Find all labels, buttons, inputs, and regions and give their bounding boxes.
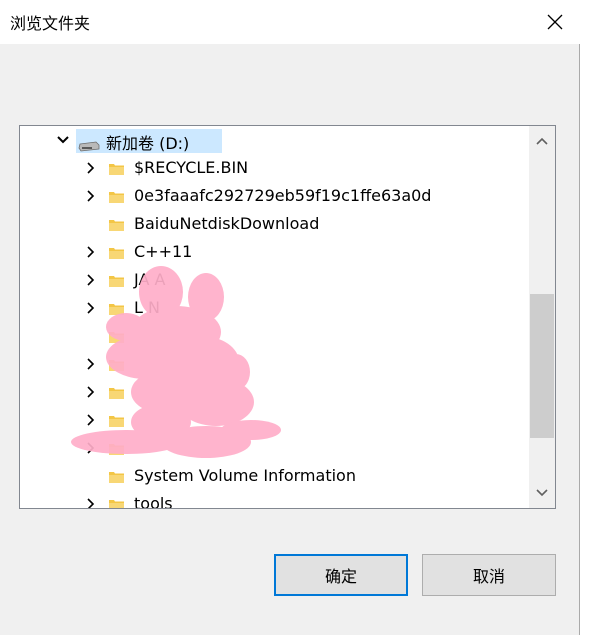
tree-item[interactable] xyxy=(20,406,529,434)
folder-icon xyxy=(109,413,125,427)
tree-item-label: $RECYCLE.BIN xyxy=(134,158,249,177)
tree-item[interactable]: JA A xyxy=(20,266,529,294)
tree-item-label: BaiduNetdiskDownload xyxy=(134,214,320,233)
chevron-right-icon[interactable] xyxy=(84,385,98,399)
tree-item[interactable]: C++11 xyxy=(20,238,529,266)
tree-item[interactable] xyxy=(20,434,529,462)
tree-item[interactable]: BaiduNetdiskDownload xyxy=(20,210,529,238)
tree-item[interactable] xyxy=(20,322,529,350)
folder-icon xyxy=(109,189,125,203)
tree-item[interactable]: $RECYCLE.BIN xyxy=(20,154,529,182)
folder-tree[interactable]: 新加卷 (D:) $RECYCLE.BIN 0e3faaafc292729eb59… xyxy=(19,125,556,509)
dialog-title: 浏览文件夹 xyxy=(10,14,91,33)
folder-icon xyxy=(109,469,125,483)
chevron-down-icon[interactable] xyxy=(56,133,70,147)
tree-item-label: 0e3faaafc292729eb59f19c1ffe63a0d xyxy=(134,186,432,205)
cancel-button[interactable]: 取消 xyxy=(422,554,556,596)
folder-icon xyxy=(109,441,125,455)
folder-icon xyxy=(109,329,125,343)
chevron-right-icon[interactable] xyxy=(84,273,98,287)
folder-icon xyxy=(109,161,125,175)
tree-item[interactable] xyxy=(20,378,529,406)
chevron-right-icon[interactable] xyxy=(84,497,98,508)
chevron-up-icon xyxy=(536,137,548,145)
folder-icon xyxy=(109,497,125,508)
chevron-right-icon[interactable] xyxy=(84,301,98,315)
folder-icon xyxy=(109,217,125,231)
chevron-right-icon[interactable] xyxy=(84,357,98,371)
tree-item[interactable]: System Volume Information xyxy=(20,462,529,490)
tree-item-label: C++11 xyxy=(134,242,193,261)
scroll-down-button[interactable] xyxy=(529,480,555,506)
chevron-right-icon[interactable] xyxy=(84,161,98,175)
chevron-down-icon xyxy=(536,489,548,497)
tree-root-label: 新加卷 (D:) xyxy=(106,134,190,153)
folder-icon xyxy=(109,301,125,315)
folder-icon xyxy=(109,245,125,259)
tree-root-item[interactable]: 新加卷 (D:) xyxy=(20,126,529,154)
scroll-up-button[interactable] xyxy=(529,128,555,154)
ok-button[interactable]: 确定 xyxy=(274,554,408,596)
title-bar: 浏览文件夹 xyxy=(0,0,580,44)
tree-rows: 新加卷 (D:) $RECYCLE.BIN 0e3faaafc292729eb59… xyxy=(20,126,529,508)
tree-item[interactable]: L N xyxy=(20,294,529,322)
tree-item-label: JA A xyxy=(134,270,166,289)
tree-item-label: System Volume Information xyxy=(134,466,356,485)
folder-icon xyxy=(109,273,125,287)
tree-item[interactable]: tools xyxy=(20,490,529,508)
scroll-thumb[interactable] xyxy=(530,294,554,438)
close-button[interactable] xyxy=(542,9,568,35)
folder-icon xyxy=(109,357,125,371)
tree-item[interactable] xyxy=(20,350,529,378)
chevron-right-icon[interactable] xyxy=(84,413,98,427)
folder-icon xyxy=(109,385,125,399)
tree-item-label: L N xyxy=(134,298,160,317)
close-icon xyxy=(547,14,563,30)
tree-item[interactable]: 0e3faaafc292729eb59f19c1ffe63a0d xyxy=(20,182,529,210)
chevron-right-icon[interactable] xyxy=(84,441,98,455)
tree-item-label: tools xyxy=(134,494,173,508)
chevron-right-icon[interactable] xyxy=(84,245,98,259)
vertical-scrollbar[interactable] xyxy=(529,126,555,508)
browse-folder-dialog: 浏览文件夹 新加卷 (D:) $RECYCLE.BIN 0e3faaafc292… xyxy=(0,0,580,635)
chevron-right-icon[interactable] xyxy=(84,189,98,203)
